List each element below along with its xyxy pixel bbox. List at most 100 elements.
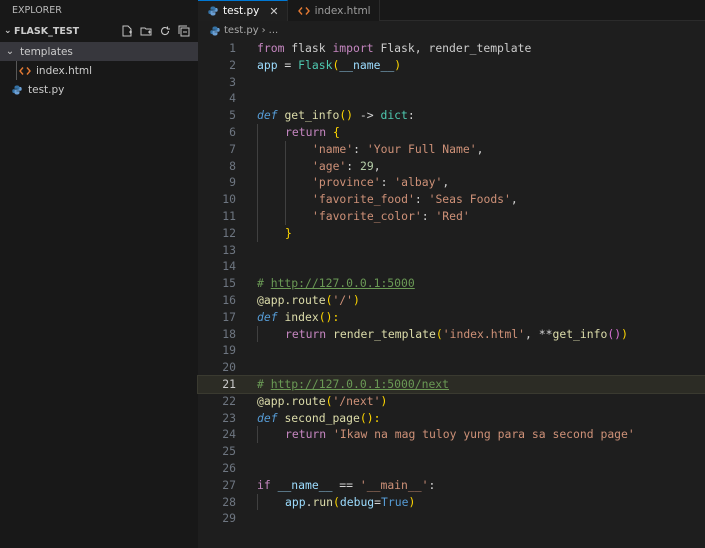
new-folder-icon[interactable]: [140, 25, 152, 37]
line-number: 8: [229, 158, 236, 173]
code-token: 'albay': [394, 175, 443, 190]
code-token: 'Seas Foods': [428, 192, 511, 207]
code-line: 25: [198, 443, 705, 460]
line-number: 23: [222, 410, 236, 425]
code-token: def: [257, 410, 278, 425]
line-number: 16: [222, 292, 236, 307]
line-number: 5: [229, 108, 236, 123]
code-token: return: [285, 326, 327, 341]
indent-guide: [285, 191, 286, 208]
close-icon[interactable]: ✕: [269, 5, 278, 18]
code-line: 3: [198, 74, 705, 91]
code-token: flask: [284, 41, 333, 55]
url-link[interactable]: http://127.0.0.1:5000/next: [271, 377, 449, 391]
code-line: 19: [198, 342, 705, 359]
url-link[interactable]: http://127.0.0.1:5000: [271, 276, 415, 290]
breadcrumb-file[interactable]: test.py: [224, 25, 259, 36]
code-token: render_template: [333, 326, 436, 341]
code-line: 2 app = Flask(__name__): [198, 57, 705, 74]
python-file-icon: [208, 6, 218, 16]
code-line: 18 return render_template('index.html', *…: [198, 325, 705, 343]
code-token: get_info: [552, 326, 608, 341]
line-number: 25: [222, 444, 236, 459]
code-token: @app.route: [257, 292, 326, 307]
code-token: (): [339, 108, 354, 123]
code-token: :: [346, 158, 361, 173]
code-token: ,: [476, 141, 484, 156]
code-token: import: [332, 41, 374, 55]
code-line: 28 app.run(debug=True): [198, 493, 705, 511]
new-file-icon[interactable]: [121, 25, 133, 37]
code-token: (: [333, 494, 340, 509]
tab-test-py[interactable]: test.py ✕: [198, 0, 288, 21]
html-file-icon: [18, 66, 32, 76]
project-section[interactable]: ⌄ FLASK_TEST: [0, 20, 198, 42]
line-number: 2: [229, 57, 236, 72]
code-token: :: [414, 192, 429, 207]
line-number: 9: [229, 175, 236, 190]
code-line: 10 'favorite_food': 'Seas Foods',: [198, 191, 705, 208]
indent-guide: [257, 174, 258, 192]
line-number: 17: [222, 309, 236, 324]
code-token: (: [435, 326, 443, 341]
code-token: =: [374, 494, 382, 509]
tree-file-test-py[interactable]: test.py: [0, 80, 198, 99]
code-token: __name__: [277, 477, 333, 492]
html-file-icon: [297, 6, 310, 16]
code-token: 'Ikaw na mag tuloy yung para sa second p…: [333, 427, 635, 442]
tab-bar: test.py ✕ index.html: [198, 0, 705, 21]
code-line: 16 @app.route('/'): [198, 292, 705, 309]
indent-guide: [257, 157, 258, 175]
code-token: ,: [373, 158, 381, 173]
line-number: 26: [222, 460, 236, 475]
code-line: 23 def second_page():: [198, 410, 705, 427]
indent-guide: [16, 61, 17, 80]
tree-folder-templates[interactable]: ⌄ templates: [0, 42, 198, 61]
indent-guide: [257, 207, 258, 225]
explorer-actions: [121, 25, 198, 37]
line-number: 14: [222, 259, 236, 274]
code-token: '/next': [332, 393, 381, 408]
code-token: dict: [380, 108, 408, 123]
code-token: second_page: [284, 410, 360, 425]
indent-guide: [257, 426, 258, 444]
python-file-icon: [210, 26, 220, 36]
code-line-current: 21 # http://127.0.0.1:5000/next: [197, 374, 705, 394]
code-token: , **: [525, 326, 553, 341]
collapse-all-icon[interactable]: [178, 25, 190, 37]
explorer-title: EXPLORER: [12, 4, 62, 16]
code-token: (): [607, 326, 622, 341]
code-line: 9 'province': 'albay',: [198, 174, 705, 192]
code-token: 'name': [312, 141, 354, 156]
code-token: 'Your Full Name': [366, 141, 477, 156]
code-token: 'age': [312, 158, 347, 173]
code-token: ():: [359, 410, 381, 425]
code-token: Flask, render_template: [373, 41, 532, 55]
code-line: 27 if __name__ == '__main__':: [198, 477, 705, 494]
code-token: ==: [332, 477, 360, 492]
tab-index-html[interactable]: index.html: [287, 0, 380, 21]
code-editor[interactable]: 1 from flask import Flask, render_templat…: [197, 40, 705, 527]
indent-guide: [285, 157, 286, 175]
line-number: 19: [222, 343, 236, 358]
code-token: index: [284, 309, 319, 324]
refresh-icon[interactable]: [159, 25, 171, 37]
tree-item-label: templates: [20, 45, 73, 58]
code-token: @app.route: [257, 393, 326, 408]
code-line: 4: [198, 90, 705, 107]
tree-file-index-html[interactable]: index.html: [0, 61, 198, 80]
code-token: '/': [332, 292, 354, 307]
breadcrumb-rest[interactable]: ...: [269, 25, 279, 36]
indent-guide: [285, 140, 286, 158]
code-token: True: [381, 494, 409, 509]
code-token: def: [257, 309, 278, 324]
tree-item-label: test.py: [28, 83, 65, 96]
line-number: 21: [222, 376, 236, 391]
code-line: 26: [198, 460, 705, 477]
line-number: 28: [222, 494, 236, 509]
code-token: __name__: [339, 57, 395, 72]
line-number: 29: [222, 511, 236, 526]
code-token: ): [408, 494, 416, 509]
